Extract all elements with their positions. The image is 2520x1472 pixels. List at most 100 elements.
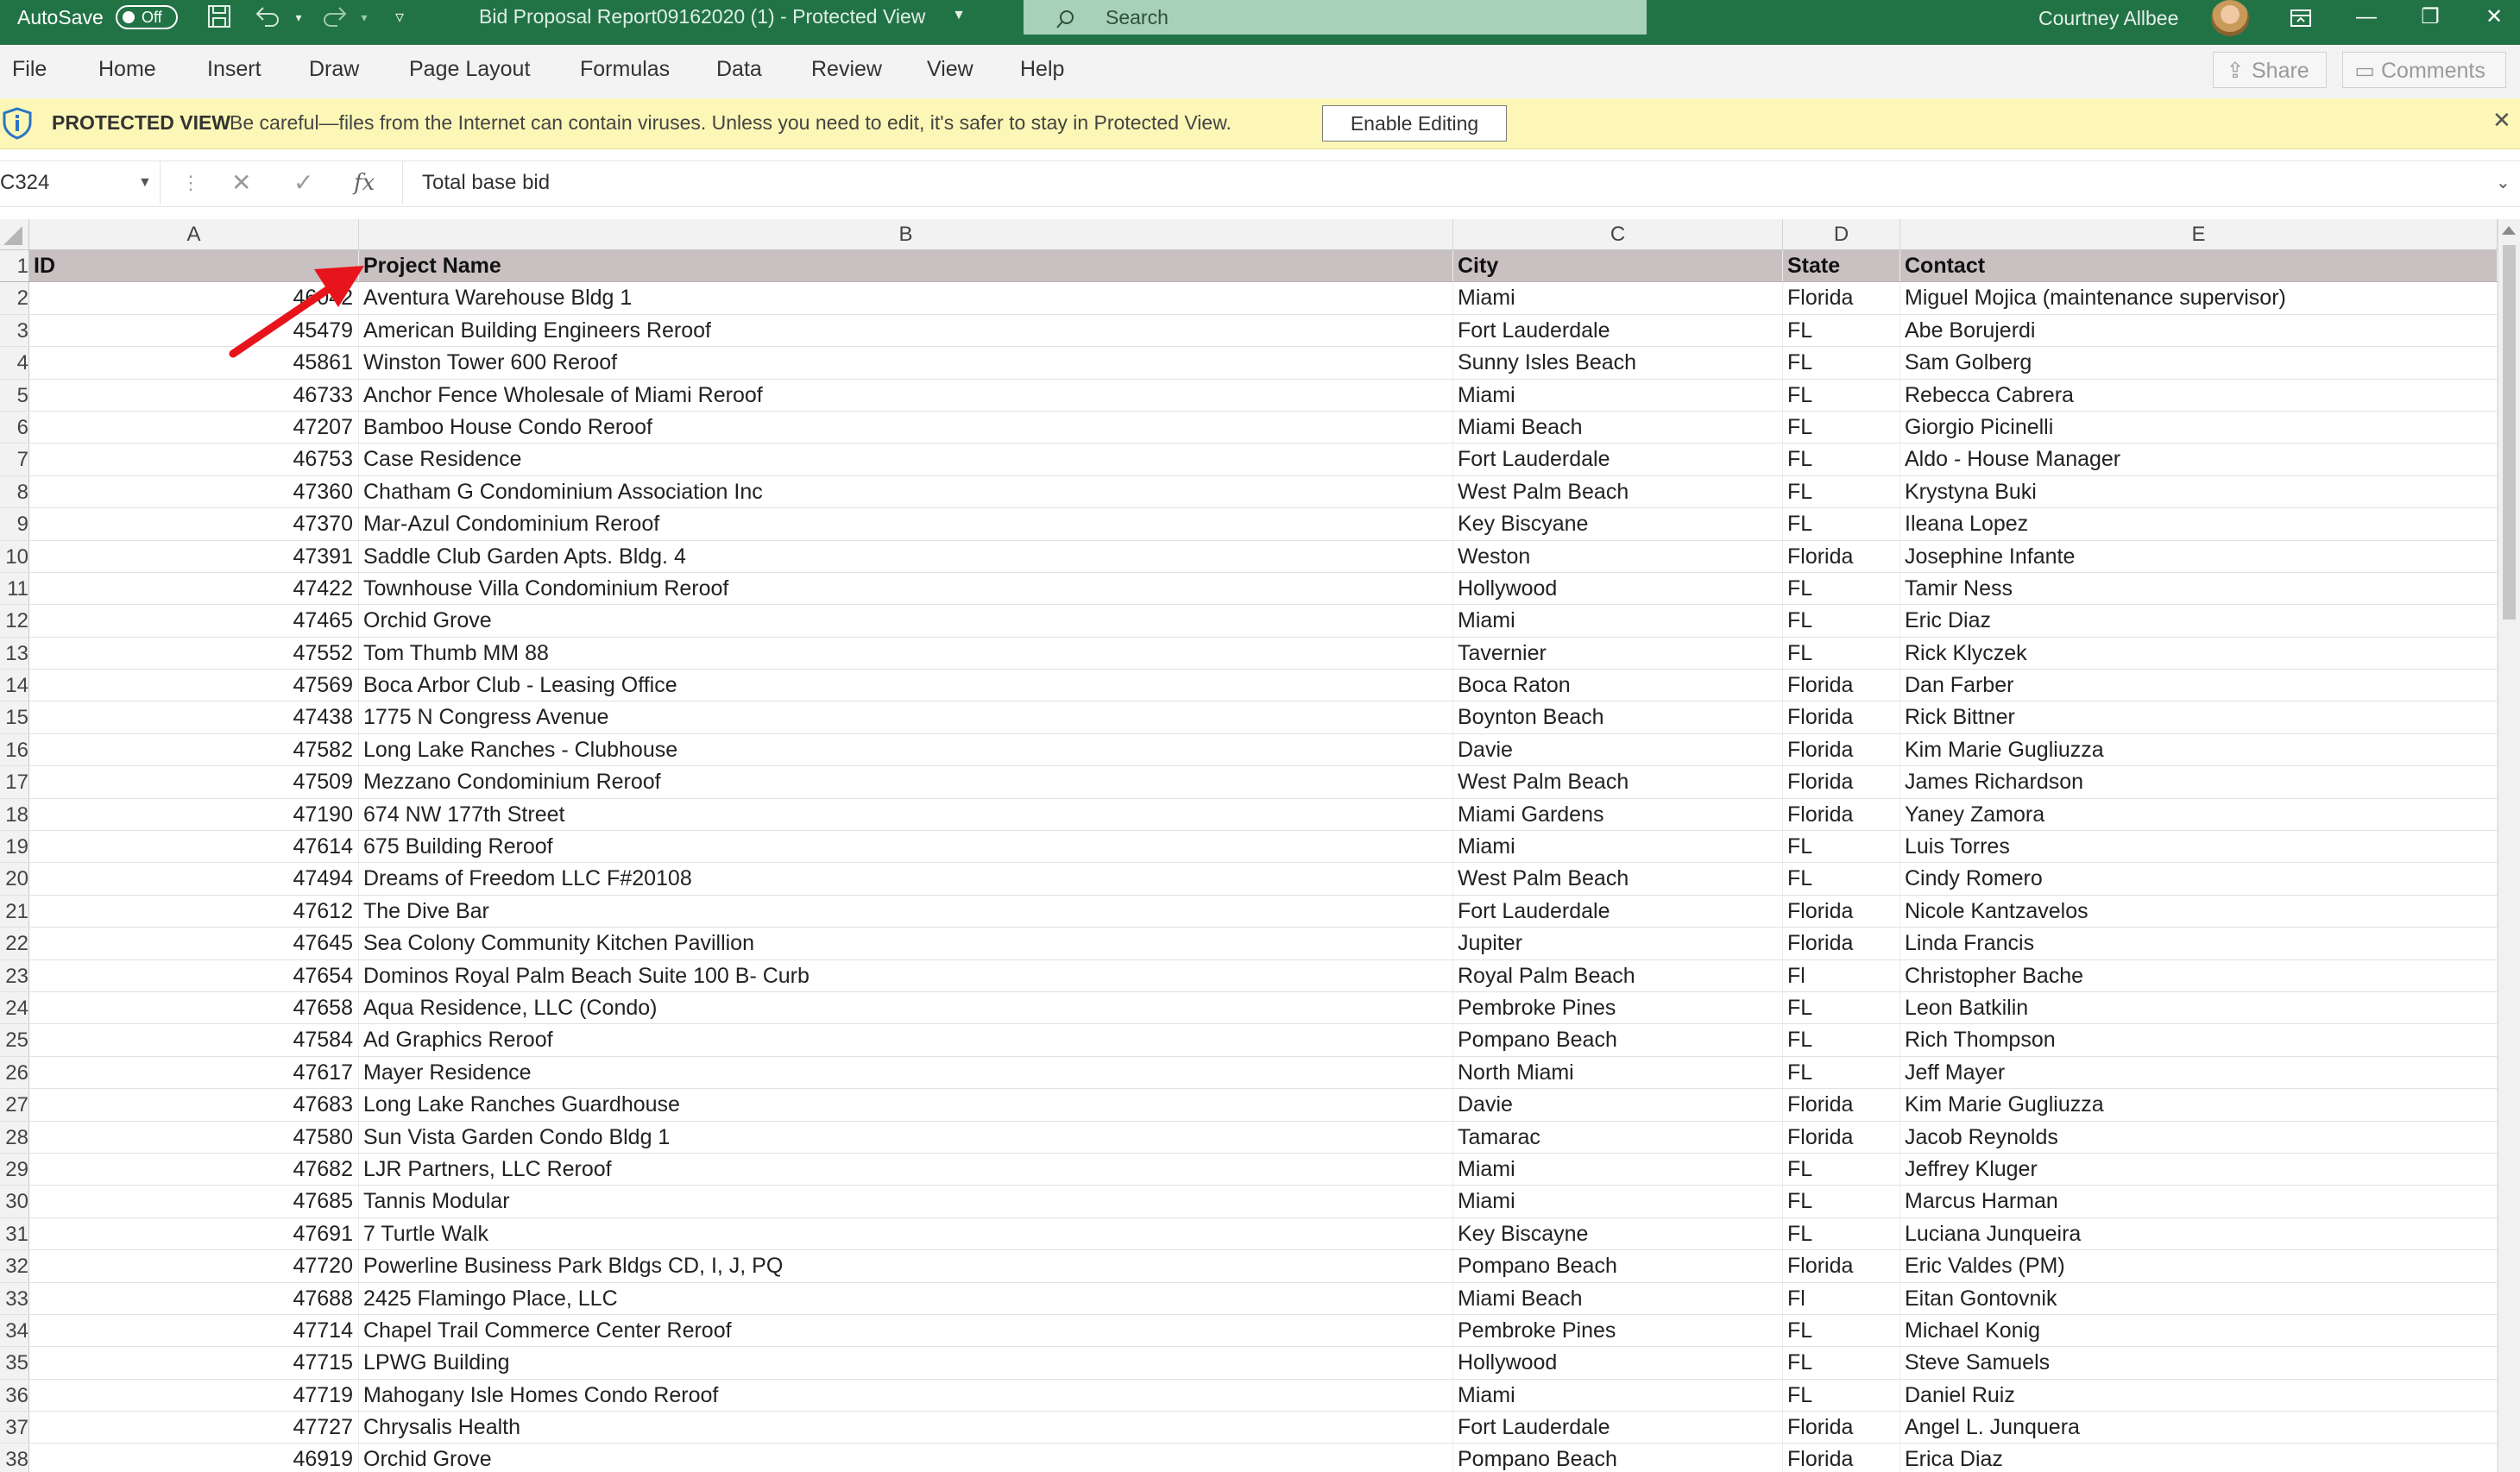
cell-city[interactable]: Pembroke Pines xyxy=(1453,1314,1783,1347)
row-number[interactable]: 14 xyxy=(0,670,29,701)
cell-project-name[interactable]: Saddle Club Garden Apts. Bldg. 4 xyxy=(359,540,1453,572)
cell-project-name[interactable]: Winston Tower 600 Reroof xyxy=(359,347,1453,379)
cell-city[interactable]: Fort Lauderdale xyxy=(1453,1412,1783,1444)
row-number[interactable]: 5 xyxy=(0,379,29,411)
cell-contact[interactable]: Kim Marie Gugliuzza xyxy=(1900,733,2498,766)
cell-project-name[interactable]: Townhouse Villa Condominium Reroof xyxy=(359,572,1453,605)
cell-project-name[interactable]: Chatham G Condominium Association Inc xyxy=(359,475,1453,508)
row-number[interactable]: 3 xyxy=(0,314,29,347)
cell-city[interactable]: Miami xyxy=(1453,1153,1783,1186)
cell-city[interactable]: Jupiter xyxy=(1453,928,1783,959)
autosave-toggle[interactable]: Off xyxy=(116,5,178,29)
user-name[interactable]: Courtney Allbee xyxy=(2038,0,2178,36)
cell-state[interactable]: FL xyxy=(1783,314,1900,347)
cell-project-name[interactable]: Mar-Azul Condominium Reroof xyxy=(359,508,1453,540)
cell-project-name[interactable]: Mahogany Isle Homes Condo Reroof xyxy=(359,1379,1453,1412)
row-number[interactable]: 25 xyxy=(0,1024,29,1056)
cell-state[interactable]: FL xyxy=(1783,831,1900,863)
avatar[interactable] xyxy=(2211,0,2249,36)
cell-state[interactable]: FL xyxy=(1783,1347,1900,1379)
enable-editing-button[interactable]: Enable Editing xyxy=(1322,105,1507,142)
cell-id[interactable]: 47580 xyxy=(29,1121,359,1153)
cell-project-name[interactable]: Powerline Business Park Bldgs CD, I, J, … xyxy=(359,1250,1453,1282)
cell-id[interactable]: 47719 xyxy=(29,1379,359,1412)
cell-project-name[interactable]: Dominos Royal Palm Beach Suite 100 B- Cu… xyxy=(359,959,1453,991)
cell-id[interactable]: 47494 xyxy=(29,863,359,895)
tab-file[interactable]: File xyxy=(12,57,47,82)
cell-state[interactable]: FL xyxy=(1783,475,1900,508)
cell-state[interactable]: FL xyxy=(1783,991,1900,1024)
tab-home[interactable]: Home xyxy=(98,57,156,82)
cell-id[interactable]: 47645 xyxy=(29,928,359,959)
cell-state[interactable]: FL xyxy=(1783,1056,1900,1089)
cell-state[interactable]: Florida xyxy=(1783,1121,1900,1153)
cell-state[interactable]: Florida xyxy=(1783,798,1900,831)
row-number[interactable]: 32 xyxy=(0,1250,29,1282)
cell-contact[interactable]: Rebecca Cabrera xyxy=(1900,379,2498,411)
cell-state[interactable]: Fl xyxy=(1783,1282,1900,1314)
row-number[interactable]: 31 xyxy=(0,1217,29,1250)
cell-id[interactable]: 47438 xyxy=(29,701,359,733)
cell-state[interactable]: Florida xyxy=(1783,701,1900,733)
row-number[interactable]: 10 xyxy=(0,540,29,572)
cell-contact[interactable]: Eric Valdes (PM) xyxy=(1900,1250,2498,1282)
cell-city[interactable]: Fort Lauderdale xyxy=(1453,895,1783,928)
cell-city[interactable]: Miami xyxy=(1453,831,1783,863)
cell-id[interactable]: 47658 xyxy=(29,991,359,1024)
cell-contact[interactable]: Tamir Ness xyxy=(1900,572,2498,605)
cell-project-name[interactable]: Boca Arbor Club - Leasing Office xyxy=(359,670,1453,701)
cell-city[interactable]: Hollywood xyxy=(1453,1347,1783,1379)
row-number[interactable]: 7 xyxy=(0,443,29,475)
cell-contact[interactable]: Kim Marie Gugliuzza xyxy=(1900,1089,2498,1121)
row-number[interactable]: 28 xyxy=(0,1121,29,1153)
cell-contact[interactable]: Jeff Mayer xyxy=(1900,1056,2498,1089)
cell-contact[interactable]: Yaney Zamora xyxy=(1900,798,2498,831)
cell-id[interactable]: 47422 xyxy=(29,572,359,605)
expand-formula-icon[interactable]: ⌄ xyxy=(2496,161,2511,204)
cell-city[interactable]: Boca Raton xyxy=(1453,670,1783,701)
cell-city[interactable]: Miami Beach xyxy=(1453,411,1783,443)
cell-city[interactable]: West Palm Beach xyxy=(1453,766,1783,798)
row-number[interactable]: 22 xyxy=(0,928,29,959)
cell-city[interactable]: Pompano Beach xyxy=(1453,1444,1783,1472)
cell-city[interactable]: Hollywood xyxy=(1453,572,1783,605)
cell-id[interactable]: 47714 xyxy=(29,1314,359,1347)
cell-id[interactable]: 47691 xyxy=(29,1217,359,1250)
cell-project-name[interactable]: Tannis Modular xyxy=(359,1186,1453,1217)
minimize-icon[interactable]: — xyxy=(2340,0,2392,35)
cell-project-name[interactable]: 2425 Flamingo Place, LLC xyxy=(359,1282,1453,1314)
name-box[interactable]: C324 ▼ xyxy=(0,161,161,204)
cell-project-name[interactable]: Orchid Grove xyxy=(359,1444,1453,1472)
cell-state[interactable]: Florida xyxy=(1783,766,1900,798)
cell-project-name[interactable]: American Building Engineers Reroof xyxy=(359,314,1453,347)
cell-id[interactable]: 47552 xyxy=(29,637,359,670)
restore-icon[interactable]: ❐ xyxy=(2404,0,2456,35)
cell-id[interactable]: 47582 xyxy=(29,733,359,766)
cell-project-name[interactable]: Chapel Trail Commerce Center Reroof xyxy=(359,1314,1453,1347)
cell-contact[interactable]: Abe Borujerdi xyxy=(1900,314,2498,347)
cell-contact[interactable]: Luciana Junqueira xyxy=(1900,1217,2498,1250)
cell-id[interactable]: 47617 xyxy=(29,1056,359,1089)
cell-state[interactable]: Florida xyxy=(1783,1089,1900,1121)
cell-id[interactable]: 47727 xyxy=(29,1412,359,1444)
cell-project-name[interactable]: 674 NW 177th Street xyxy=(359,798,1453,831)
cell-project-name[interactable]: 1775 N Congress Avenue xyxy=(359,701,1453,733)
row-number[interactable]: 36 xyxy=(0,1379,29,1412)
cell-id[interactable]: 47715 xyxy=(29,1347,359,1379)
cell-id[interactable]: 47569 xyxy=(29,670,359,701)
cell-project-name[interactable]: Long Lake Ranches Guardhouse xyxy=(359,1089,1453,1121)
cell-city[interactable]: Weston xyxy=(1453,540,1783,572)
close-icon[interactable]: ✕ xyxy=(2468,0,2520,35)
row-number[interactable]: 27 xyxy=(0,1089,29,1121)
row-number[interactable]: 8 xyxy=(0,475,29,508)
cell-state[interactable]: Florida xyxy=(1783,1412,1900,1444)
column-header-d[interactable]: D xyxy=(1783,219,1900,249)
cell-city[interactable]: Pembroke Pines xyxy=(1453,991,1783,1024)
chevron-down-icon[interactable]: ▼ xyxy=(138,161,152,204)
cell-contact[interactable]: Rick Klyczek xyxy=(1900,637,2498,670)
cell-project-name[interactable]: Bamboo House Condo Reroof xyxy=(359,411,1453,443)
title-dropdown-icon[interactable]: ▼ xyxy=(949,0,968,28)
tab-review[interactable]: Review xyxy=(811,57,882,82)
row-number[interactable]: 20 xyxy=(0,863,29,895)
cell-contact[interactable]: Michael Konig xyxy=(1900,1314,2498,1347)
